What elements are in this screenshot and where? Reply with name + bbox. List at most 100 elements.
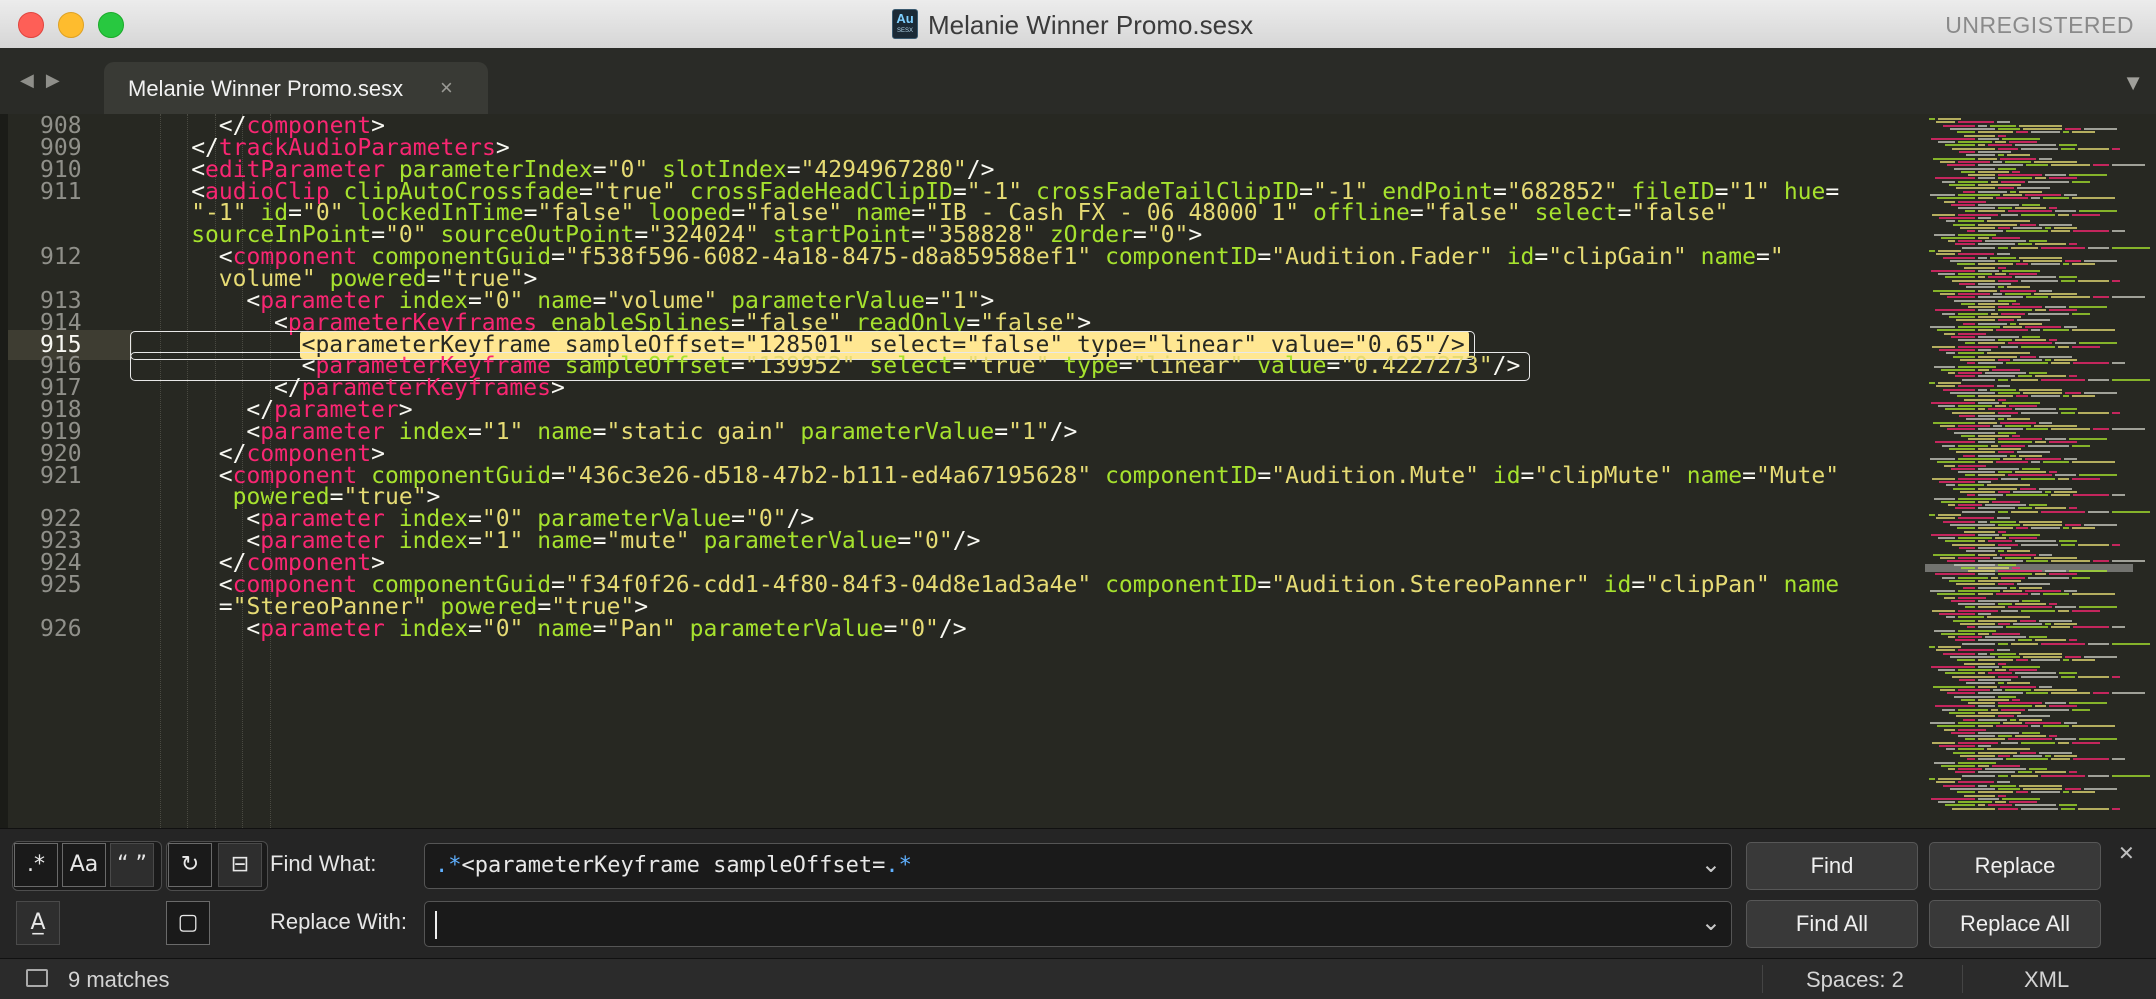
minimap-code-line [1998,127,2020,130]
minimap-code-line [1998,398,2006,401]
code-editor[interactable]: 908 </component> 909 </trackAudioParameters… [0,114,1925,828]
minimap-code-line [2051,626,2070,629]
minimap-code-line [1958,497,1996,500]
minimap-code-line [1991,708,1998,711]
minimap-code-line [2045,570,2066,573]
replace-button[interactable]: Replace [1929,842,2101,890]
minimap-code-line [1978,718,2007,721]
minimap-code-line [1940,556,1955,559]
minimap-code-line [2059,408,2077,411]
minimap-code-line [2084,787,2117,790]
find-all-button[interactable]: Find All [1746,900,1918,948]
minimap-code-line [2072,725,2115,728]
tab-menu-icon[interactable]: ▼ [2122,70,2144,96]
minimap-code-line [1937,197,1975,200]
replace-all-button[interactable]: Replace All [1929,900,2101,948]
whole-word-toggle[interactable]: “ ” [110,843,154,887]
find-input[interactable]: .*<parameterKeyframe sampleOffset=.* ⌄ [424,843,1732,889]
minimap-code-line [2058,345,2069,348]
minimap-code-line [1944,332,1955,335]
minimap-code-line [1958,385,1994,388]
minimap-code-line [2015,603,2046,606]
minimap-code-line [2069,306,2107,309]
panel-toggle-icon[interactable] [26,969,48,987]
minimap-code-line [2015,540,2056,543]
minimap-code-line [1954,167,1995,170]
minimap-code-line [1939,349,1975,351]
minimap-code-line [1963,190,1975,193]
minimap-code-line [2006,494,2048,497]
minimap-code-line [2018,639,2032,642]
in-selection-toggle[interactable]: ⊟ [218,843,262,887]
tab-back-icon[interactable]: ◀ [20,70,46,90]
minimize-window-button[interactable] [58,12,84,38]
minimap-code-line [2039,355,2072,358]
minimap-code-line [1966,682,1995,685]
line-number: 926 [40,615,82,642]
syntax-selector[interactable]: XML [2024,967,2069,993]
minimap-code-line [2015,735,2046,738]
minimap-code-line [2031,593,2040,596]
minimap-code-line [1948,636,1955,639]
minimap-code-line [1992,764,2020,767]
minimap-code-line [2010,322,2016,325]
minimap-code-line [2078,675,2109,678]
minimap-code-line [1998,154,2004,157]
minimap-code-line [2064,721,2077,724]
close-window-button[interactable] [18,12,44,38]
minimap-code-line [2051,494,2070,497]
minimap-code-line [1934,497,1955,500]
minimap-code-line [1958,537,1992,540]
minimap-code-line [1978,791,2013,794]
minimap-code-line [1932,213,1955,216]
close-panel-icon[interactable]: ✕ [2118,841,2135,866]
minimap-code-line [1951,731,1975,734]
minimap-code-line [1978,302,2009,305]
minimap-code-line [2006,626,2048,629]
minimap-code-line [2031,659,2060,662]
minimap-code-line [1962,510,1995,513]
minimap-code-line [1929,250,1935,252]
minimap-code-line [1947,164,1975,167]
minimap-code-line [1931,137,1975,140]
minimap-code-line [1963,586,1975,589]
minimap-code-line [1987,484,2030,487]
find-history-dropdown-icon[interactable]: ⌄ [1701,850,1721,879]
replace-history-dropdown-icon[interactable]: ⌄ [1701,908,1721,937]
replace-input[interactable]: ⌄ [424,901,1732,947]
minimap-code-line [1936,385,1955,388]
replace-label: Replace With: [270,909,407,934]
minimap-code-line [1958,596,1986,599]
find-button[interactable]: Find [1746,842,1918,890]
minimap-code-line [2043,197,2069,200]
regex-toggle[interactable]: .* [14,843,58,887]
minimap-code-line [2028,708,2069,711]
minimap-code-line [1995,537,2006,540]
minimap-code-line [2026,692,2048,695]
minimap-code-line [1939,745,1975,747]
highlight-matches-toggle[interactable]: ▢ [166,901,210,945]
minimap-code-line [2045,358,2051,361]
minimap-code-line [1978,520,1987,523]
tab-melanie-winner-promo[interactable]: Melanie Winner Promo.sesx × [104,62,488,114]
preserve-case-toggle[interactable]: A̲ [16,901,60,945]
minimap-code-line [1998,299,2016,302]
minimap-code-line [2005,160,2031,163]
minimap-code-line [1978,230,2003,233]
minimap-code-line [2034,688,2077,691]
minimap-code-line [1958,708,1988,711]
tab-forward-icon[interactable]: ▶ [46,70,72,90]
case-sensitive-toggle[interactable]: Aa [62,843,106,887]
wrap-toggle[interactable]: ↻ [168,843,212,887]
minimap-code-line [1978,474,2005,477]
minimap-code-line [1978,388,1987,391]
minimap-code-line [2054,226,2077,229]
indentation-setting[interactable]: Spaces: 2 [1806,967,1904,993]
minimap-code-line [1958,207,1995,210]
minimap-code-line [1947,692,1975,695]
minimap[interactable] [1925,114,2156,828]
zoom-window-button[interactable] [98,12,124,38]
minimap-code-line [1958,781,1994,784]
tab-close-icon[interactable]: × [440,75,453,101]
minimap-code-line [1946,484,1955,487]
